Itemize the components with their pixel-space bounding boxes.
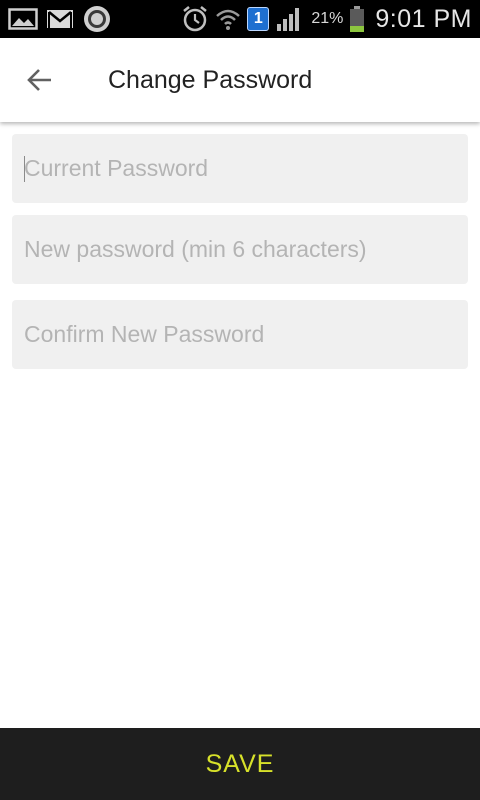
text-cursor bbox=[24, 156, 25, 182]
battery-icon bbox=[350, 6, 365, 32]
confirm-password-input[interactable] bbox=[12, 300, 468, 369]
arrow-back-icon bbox=[27, 69, 51, 91]
status-time: 9:01 PM bbox=[375, 4, 472, 33]
status-bar-right: 1 21% 9:01 PM bbox=[181, 3, 472, 35]
notification-badge: 1 bbox=[247, 7, 270, 31]
wifi-icon bbox=[216, 9, 241, 30]
signal-icon bbox=[277, 8, 300, 31]
battery-percent: 21% bbox=[311, 10, 344, 27]
gallery-icon bbox=[8, 8, 38, 30]
save-label: SAVE bbox=[205, 749, 275, 778]
save-button[interactable]: SAVE bbox=[0, 728, 480, 800]
alarm-icon bbox=[183, 6, 208, 32]
circle-app-icon bbox=[84, 6, 110, 32]
back-button[interactable] bbox=[18, 58, 62, 102]
status-bar: 1 21% 9:01 PM bbox=[0, 0, 480, 38]
status-bar-left bbox=[8, 5, 112, 33]
app-bar: Change Password bbox=[0, 38, 480, 122]
page-title: Change Password bbox=[108, 66, 313, 94]
new-password-field bbox=[12, 215, 468, 284]
current-password-field bbox=[12, 134, 468, 203]
confirm-password-field bbox=[12, 300, 468, 369]
gmail-icon bbox=[47, 10, 73, 28]
change-password-screen: 1 21% 9:01 PM Change Password SAVE bbox=[0, 0, 480, 800]
new-password-input[interactable] bbox=[12, 215, 468, 284]
current-password-input[interactable] bbox=[12, 134, 468, 203]
